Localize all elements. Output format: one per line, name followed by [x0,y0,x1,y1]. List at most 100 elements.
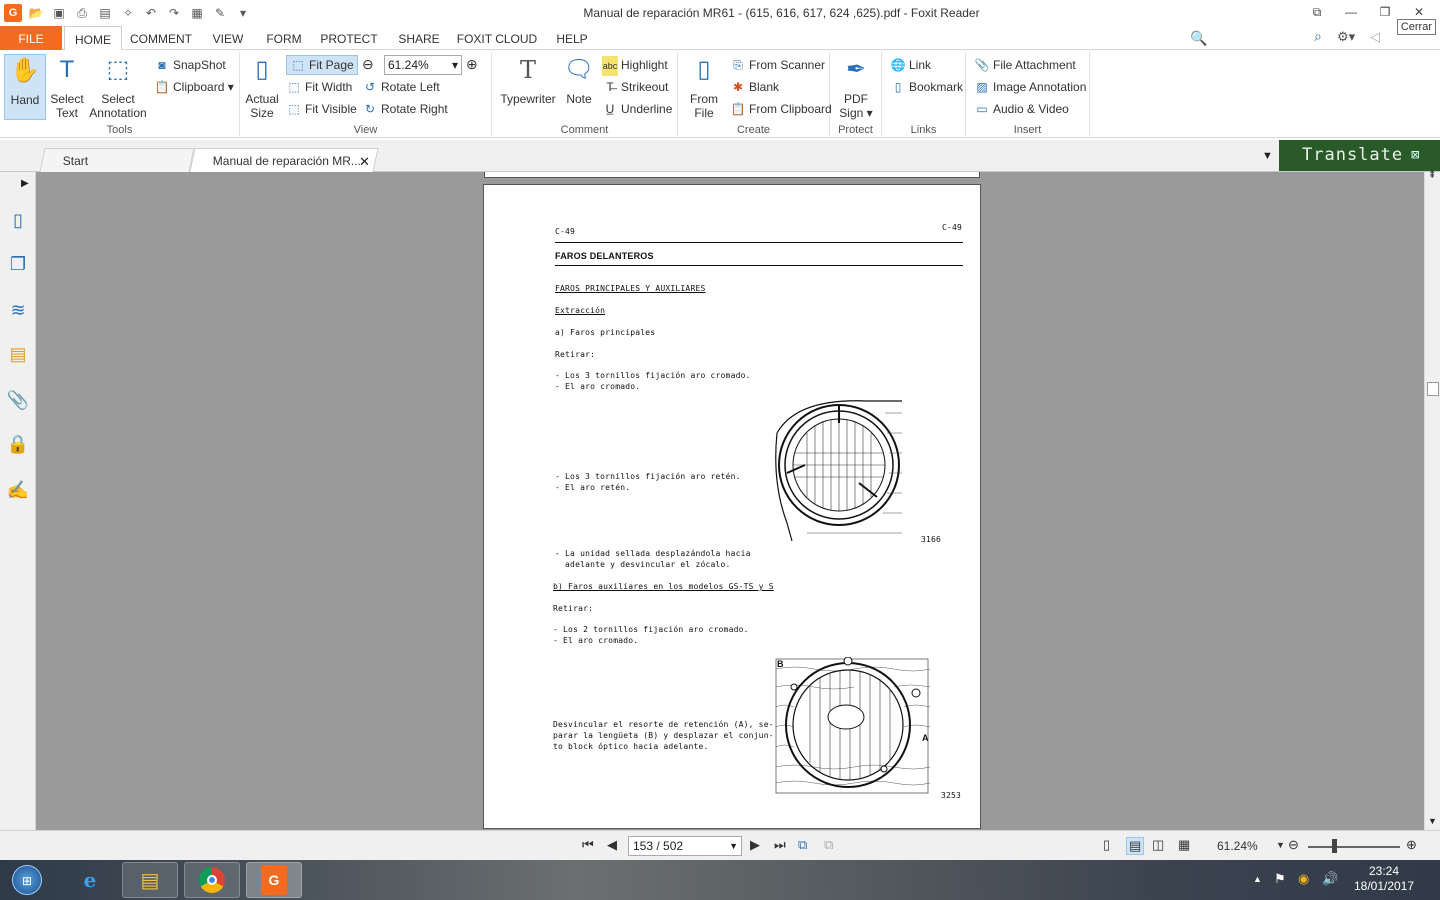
tab-form[interactable]: FORM [260,26,308,50]
tab-share[interactable]: SHARE [392,26,446,50]
navigation-panel: ▶ ▯ ❐ ≋ ▤ 📎 🔒 ✍ [0,172,36,830]
figure-label-a: A [922,733,929,743]
blank-button[interactable]: ✱ Blank [730,77,779,97]
zoom-slider-handle[interactable] [1332,839,1337,853]
zoom-out-icon[interactable]: ⊖ [362,56,374,73]
back-arrow-icon[interactable]: ◁ [1370,29,1380,45]
fit-visible-button[interactable]: ⬚ Fit Visible [286,99,356,119]
zoom-dropdown-icon[interactable]: ▼ [1276,840,1285,850]
page-number-input[interactable]: 153 / 502 ▼ [628,836,742,856]
hand-button[interactable]: ✋ Hand [4,54,46,120]
zoom-in-status-icon[interactable]: ⊕ [1406,837,1417,853]
security-lock-icon[interactable]: 🔒 [6,432,30,456]
last-page-icon[interactable]: ⏭ [774,837,786,853]
image-annotation-button[interactable]: ▨ Image Annotation [974,77,1086,97]
translate-close-icon[interactable]: ⊠ [1411,140,1420,170]
note-icon: 🗨 [563,56,595,83]
comments-icon[interactable]: ▤ [6,342,30,366]
translate-panel-header[interactable]: Translate ⊠ [1279,140,1440,171]
underline-button[interactable]: U̲ Underline [602,99,673,119]
gear-icon[interactable]: ⚙▾ [1337,29,1355,45]
restore-ribbon-button[interactable]: ⧉ [1302,2,1332,22]
tab-document[interactable]: Manual de reparación MR... [189,148,379,172]
first-page-icon[interactable]: ⏮ [582,837,594,853]
file-attachment-button[interactable]: 📎 File Attachment [974,55,1076,75]
scrollbar-thumb[interactable] [1427,382,1439,396]
single-page-icon[interactable]: ▯ [1103,837,1110,853]
snapshot-button[interactable]: ◙ SnapShot [154,55,225,75]
note-button[interactable]: 🗨 Note [562,54,596,107]
page-thumbnails-icon[interactable]: ❐ [6,252,30,276]
fit-width-button[interactable]: ⬚ Fit Width [286,77,352,97]
next-view-icon[interactable]: ⧉ [824,837,833,853]
search-icon[interactable]: ⌕ [1314,28,1322,45]
layers-icon[interactable]: ≋ [6,298,30,322]
tab-home[interactable]: HOME [64,26,122,51]
zoom-out-status-icon[interactable]: ⊖ [1288,837,1299,853]
bookmark-button[interactable]: ▯ Bookmark [890,77,963,97]
tools-group: ✋ Hand T Select Text ⬚ Select Annotation… [0,52,240,136]
select-text-button[interactable]: T Select Text [48,54,86,121]
minimize-button[interactable]: — [1336,2,1366,22]
system-clock[interactable]: 23:24 18/01/2017 [1350,864,1418,894]
from-clipboard-button[interactable]: 📋 From Clipboard [730,99,832,119]
continuous-page-icon[interactable]: ▤ [1126,837,1145,855]
action-center-flag-icon[interactable]: ⚑ [1274,871,1286,887]
rotate-left-button[interactable]: ↺ Rotate Left [362,77,440,97]
zoom-slider[interactable] [1308,846,1400,848]
next-page-icon[interactable]: ▶ [750,837,760,853]
audio-video-button[interactable]: ▭ Audio & Video [974,99,1069,119]
protect-group: ✒ PDF Sign ▾ Protect [830,52,882,136]
typewriter-button[interactable]: T Typewriter [498,54,558,106]
document-viewer[interactable]: C-49 C-49 FAROS DELANTEROS FAROS PRINCIP… [36,172,1424,830]
previous-view-icon[interactable]: ⧉ [798,837,807,853]
pdf-page[interactable]: C-49 C-49 FAROS DELANTEROS FAROS PRINCIP… [483,184,981,829]
tab-start[interactable]: Start [39,148,195,172]
file-icon: ▯ [697,56,711,83]
continuous-facing-icon[interactable]: ▦ [1178,837,1190,853]
attachments-icon[interactable]: 📎 [6,388,30,412]
zoom-in-icon[interactable]: ⊕ [466,56,478,73]
chrome-icon[interactable] [184,862,240,898]
tab-view[interactable]: VIEW [204,26,252,50]
zoom-percentage[interactable]: 61.24% [1217,839,1258,853]
select-annotation-button[interactable]: ⬚ Select Annotation [88,54,148,121]
pdf-sign-button[interactable]: ✒ PDF Sign ▾ [836,54,876,121]
hand-icon: ✋ [10,57,40,84]
foxit-reader-taskbar-icon[interactable]: G [246,862,302,898]
highlight-button[interactable]: abc Highlight [602,55,668,76]
find-folder-icon[interactable]: 🔍 [1190,30,1207,47]
windows-logo-icon: ⊞ [12,865,42,895]
actual-size-button[interactable]: ▯ Actual Size [244,54,280,121]
from-scanner-button[interactable]: ⎘ From Scanner [730,55,825,75]
internet-explorer-icon[interactable]: e [62,862,118,898]
tab-comment[interactable]: COMMENT [124,26,198,50]
strikeout-button[interactable]: T̶ Strikeout [602,77,668,97]
volume-icon[interactable]: 🔊 [1322,871,1338,887]
close-tab-icon[interactable]: ✕ [359,154,370,170]
scroll-up-icon[interactable]: ⇞ [1428,170,1436,181]
clipboard-button[interactable]: 📋 Clipboard ▾ [154,77,234,97]
signature-icon[interactable]: ✍ [6,478,30,502]
link-button[interactable]: 🌐 Link [890,55,932,75]
zoom-select[interactable]: 61.24% ▾ [384,55,462,75]
file-menu[interactable]: FILE [0,26,62,50]
tab-help[interactable]: HELP [552,26,592,50]
expand-panel-icon[interactable]: ▶ [21,178,29,189]
scroll-down-icon[interactable]: ▼ [1428,816,1437,826]
file-explorer-icon[interactable]: ▤ [122,862,178,898]
pages-icon[interactable]: ▯ [6,208,30,232]
tray-app-icon[interactable]: ◉ [1298,871,1309,887]
rotate-right-button[interactable]: ↻ Rotate Right [362,99,448,119]
start-button[interactable]: ⊞ [2,862,52,898]
facing-page-icon[interactable]: ◫ [1152,837,1164,853]
maximize-button[interactable]: ❐ [1370,2,1400,22]
vertical-scrollbar[interactable]: ⇞ ▼ [1424,170,1440,830]
tab-foxit-cloud[interactable]: FOXIT CLOUD [452,26,542,50]
fit-page-button[interactable]: ⬚ Fit Page [286,55,358,75]
previous-page-icon[interactable]: ◀ [607,837,617,853]
tab-protect[interactable]: PROTECT [316,26,382,50]
tray-expand-icon[interactable]: ▲ [1253,874,1262,884]
tab-list-chevron-icon[interactable]: ▼ [1262,150,1273,162]
from-file-button[interactable]: ▯ From File [684,54,724,121]
